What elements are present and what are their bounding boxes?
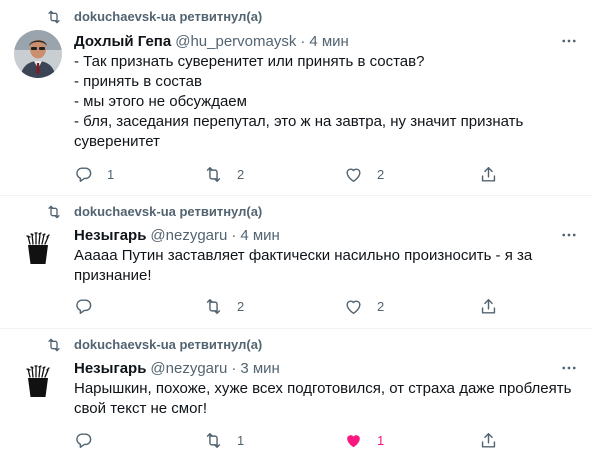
- user-handle[interactable]: @nezygaru: [150, 227, 227, 244]
- retweet-icon: [206, 298, 221, 314]
- separator-dot: ·: [300, 33, 306, 50]
- share-icon: [481, 432, 496, 448]
- action-bar: 2 2: [74, 295, 504, 317]
- shot-glass-logo-icon: [26, 365, 50, 397]
- more-options-icon[interactable]: [560, 359, 578, 377]
- reply-icon: [76, 166, 92, 182]
- retweet-context-text[interactable]: dokuchaevsk-ua ретвитнул(а): [74, 9, 262, 24]
- tweet-text-line: Нарышкин, похоже, хуже всех подготовился…: [74, 380, 572, 397]
- like-count: 2: [377, 298, 385, 314]
- like-button[interactable]: 1: [344, 429, 384, 451]
- avatar[interactable]: [14, 30, 62, 78]
- reply-button[interactable]: 1: [74, 163, 114, 185]
- share-button[interactable]: [479, 295, 498, 317]
- heart-icon: [346, 300, 361, 314]
- separator-dot: ·: [231, 227, 237, 244]
- tweet-text-line: суверенитет: [74, 133, 160, 150]
- person-photo-avatar-image: [14, 30, 62, 78]
- tweet-header: Дохлый Гепа @hu_pervomaysk · 4 мин: [74, 33, 349, 50]
- shot-glass-logo-icon: [26, 232, 50, 264]
- retweet-button[interactable]: 2: [204, 295, 244, 317]
- more-options-icon[interactable]: [560, 226, 578, 244]
- action-bar: 1 2 2: [74, 163, 504, 185]
- tweet[interactable]: dokuchaevsk-ua ретвитнул(а) Незыгарь @ne…: [0, 196, 592, 329]
- tweet-text-line: - принять в состав: [74, 73, 202, 90]
- avatar[interactable]: [14, 224, 62, 272]
- share-button[interactable]: [479, 163, 498, 185]
- share-icon: [481, 166, 496, 182]
- like-count: 2: [377, 166, 385, 182]
- reply-button[interactable]: [74, 295, 107, 317]
- tweet-text: - Так признать суверенитет или принять в…: [74, 52, 574, 152]
- tweet-text-line: свой текст не смог!: [74, 400, 208, 417]
- retweet-icon: [48, 205, 60, 219]
- retweet-count: 1: [237, 432, 245, 448]
- timestamp[interactable]: 3 мин: [240, 360, 280, 377]
- display-name[interactable]: Незыгарь: [74, 227, 146, 244]
- like-button[interactable]: 2: [344, 295, 384, 317]
- retweet-context-text[interactable]: dokuchaevsk-ua ретвитнул(а): [74, 204, 262, 219]
- action-bar: 1 1: [74, 429, 504, 451]
- tweet-text-line: - Так признать суверенитет или принять в…: [74, 53, 425, 70]
- retweet-context-text[interactable]: dokuchaevsk-ua ретвитнул(а): [74, 337, 262, 352]
- heart-filled-icon: [347, 434, 360, 447]
- retweet-count: 2: [237, 166, 245, 182]
- reply-icon: [76, 432, 92, 448]
- heart-icon: [346, 168, 361, 182]
- tweet-text: Ааааа Путин заставляет фактически насиль…: [74, 246, 574, 286]
- like-count: 1: [377, 432, 385, 448]
- retweet-icon: [48, 338, 60, 352]
- retweet-icon: [206, 432, 221, 448]
- tweet-text: Нарышкин, похоже, хуже всех подготовился…: [74, 379, 574, 419]
- tweet-text-line: - бля, заседания перепутал, это ж на зав…: [74, 113, 524, 130]
- tweet-text-line: - мы этого не обсуждаем: [74, 93, 247, 110]
- timeline: dokuchaevsk-ua ретвитнул(а) Дохлый Гепа …: [0, 0, 592, 466]
- avatar[interactable]: [14, 357, 62, 405]
- share-icon: [481, 298, 496, 314]
- retweet-button[interactable]: 2: [204, 163, 244, 185]
- tweet-text-line: Ааааа Путин заставляет фактически насиль…: [74, 247, 533, 264]
- more-options-icon[interactable]: [560, 32, 578, 50]
- separator-dot: ·: [231, 360, 237, 377]
- user-handle[interactable]: @nezygaru: [150, 360, 227, 377]
- retweet-icon: [48, 10, 60, 24]
- like-button[interactable]: 2: [344, 163, 384, 185]
- share-button[interactable]: [479, 429, 498, 451]
- user-handle[interactable]: @hu_pervomaysk: [175, 33, 296, 50]
- retweet-icon: [206, 166, 221, 182]
- display-name[interactable]: Дохлый Гепа: [74, 33, 171, 50]
- display-name[interactable]: Незыгарь: [74, 360, 146, 377]
- tweet-header: Незыгарь @nezygaru · 3 мин: [74, 360, 280, 377]
- reply-icon: [76, 298, 92, 314]
- reply-count: 1: [107, 166, 115, 182]
- tweet[interactable]: dokuchaevsk-ua ретвитнул(а) Дохлый Гепа …: [0, 0, 592, 196]
- timestamp[interactable]: 4 мин: [309, 33, 349, 50]
- tweet-header: Незыгарь @nezygaru · 4 мин: [74, 227, 280, 244]
- reply-button[interactable]: [74, 429, 107, 451]
- tweet-text-line: признание!: [74, 267, 152, 284]
- timestamp[interactable]: 4 мин: [240, 227, 280, 244]
- retweet-button[interactable]: 1: [204, 429, 244, 451]
- tweet[interactable]: dokuchaevsk-ua ретвитнул(а) Незыгарь @ne…: [0, 329, 592, 466]
- retweet-count: 2: [237, 298, 245, 314]
